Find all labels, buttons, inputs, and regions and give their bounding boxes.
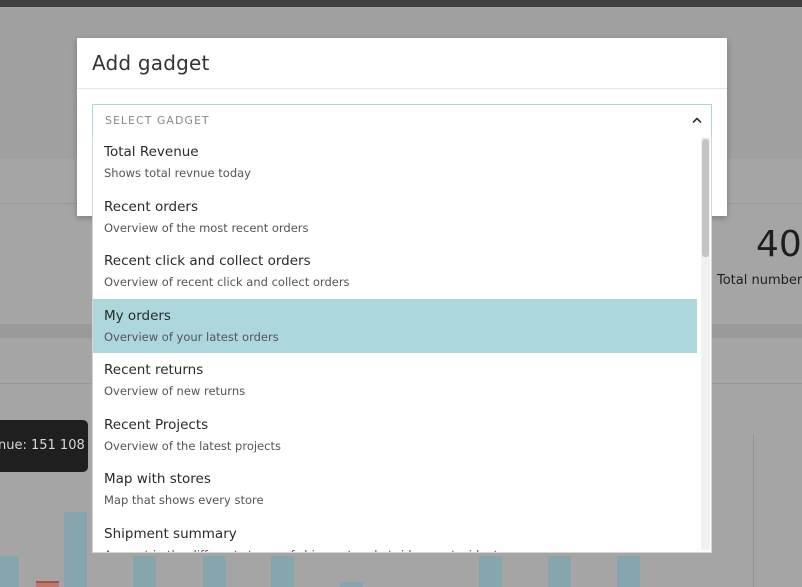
chart-bar — [340, 582, 363, 587]
gadget-option[interactable]: Recent orders Overview of the most recent… — [93, 190, 697, 245]
chart-bar — [271, 556, 294, 587]
chart-bar — [133, 556, 156, 587]
gadget-option-description: Shows total revnue today — [104, 166, 251, 180]
gadget-option-description: Overview of the most recent orders — [104, 220, 309, 235]
gadget-option[interactable]: Map with stores Map that shows every stor… — [93, 462, 697, 517]
gadget-option-description: Map that shows every store — [104, 493, 264, 507]
dropdown-scrollbar[interactable] — [701, 137, 710, 550]
gadget-option-title: Map with stores — [104, 471, 211, 487]
gadget-option-title: Recent click and collect orders — [104, 253, 311, 269]
scrollbar-thumb[interactable] — [702, 139, 709, 257]
gadget-option-description: Overview of the latest projects — [104, 438, 281, 453]
chart-gridline — [753, 434, 754, 587]
gadget-option[interactable]: Total Revenue Shows total revnue today — [93, 135, 697, 190]
gadget-option-title: Total Revenue — [104, 144, 199, 160]
gadget-option-description: Overview of recent click and collect ord… — [104, 275, 350, 289]
select-placeholder: SELECT GADGET — [105, 114, 210, 127]
chevron-up-icon[interactable] — [691, 114, 703, 126]
chart-bar — [479, 556, 502, 587]
modal-divider — [77, 88, 727, 89]
gadget-option[interactable]: Recent click and collect orders Overview … — [93, 244, 697, 299]
gadget-option-description: Amount in the different stages of shipme… — [104, 548, 498, 553]
chart-bar — [548, 556, 571, 587]
gadget-option[interactable]: Recent Projects Overview of the latest pr… — [93, 408, 697, 463]
gadget-option-title: My orders — [104, 307, 171, 324]
gadget-option-description: Overview of new returns — [104, 384, 246, 398]
chart-bar — [36, 581, 59, 587]
modal-title: Add gadget — [92, 51, 210, 75]
stat-big-number: 409 — [756, 224, 802, 265]
chart-bar — [617, 556, 640, 587]
gadget-option-title: Recent returns — [104, 362, 204, 378]
stat-label: Total number — [717, 273, 802, 288]
gadget-select[interactable]: SELECT GADGET — [92, 104, 712, 136]
chart-bar — [203, 556, 226, 587]
gadget-option-title: Recent orders — [104, 198, 198, 215]
gadget-option-title: Recent Projects — [104, 416, 209, 433]
gadget-option[interactable]: Shipment summary Amount in the different … — [93, 517, 697, 553]
gadget-option-title: Shipment summary — [104, 525, 237, 542]
chart-tooltip: nue: 151 108 — [0, 420, 88, 472]
gadget-option[interactable]: My orders Overview of your latest orders — [93, 298, 697, 353]
gadget-option-description: Overview of your latest orders — [104, 329, 279, 344]
chart-bar — [0, 556, 19, 587]
gadget-dropdown: Total Revenue Shows total revnue today Rec… — [92, 135, 712, 553]
gadget-option[interactable]: Recent returns Overview of new returns — [93, 353, 697, 408]
chart-tooltip-text: nue: 151 108 — [0, 438, 85, 453]
chart-bar — [64, 512, 87, 587]
top-bar — [0, 0, 802, 7]
gadget-option-list: Total Revenue Shows total revnue today Rec… — [93, 135, 697, 553]
